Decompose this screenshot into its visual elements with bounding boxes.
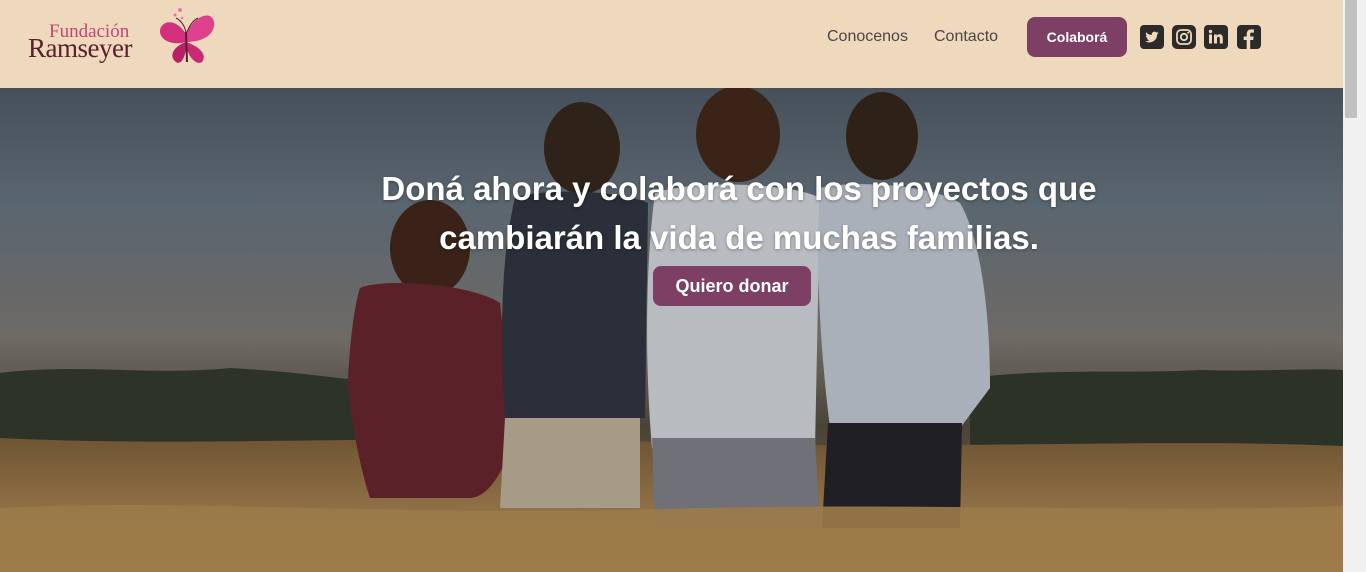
site-logo[interactable]: Fundación Ramseyer xyxy=(28,4,218,70)
facebook-icon xyxy=(1237,25,1261,49)
logo-text-ramseyer: Ramseyer xyxy=(28,33,132,63)
site-header: Fundación Ramseyer Conocenos Contacto Co… xyxy=(0,0,1343,88)
hero-background-image xyxy=(0,88,1343,572)
instagram-icon xyxy=(1172,25,1196,49)
hero-title: Doná ahora y colaborá con los proyectos … xyxy=(381,170,1097,256)
nav-link-contacto[interactable]: Contacto xyxy=(934,27,998,47)
page-scrollbar[interactable] xyxy=(1343,0,1366,572)
nav-link-conocenos[interactable]: Conocenos xyxy=(827,27,908,47)
instagram-link[interactable] xyxy=(1172,25,1196,49)
linkedin-icon xyxy=(1204,25,1228,49)
facebook-link[interactable] xyxy=(1237,25,1261,49)
twitter-link[interactable] xyxy=(1140,25,1164,49)
colabora-button[interactable]: Colaborá xyxy=(1027,17,1127,57)
twitter-icon xyxy=(1140,25,1164,49)
quiero-donar-button[interactable]: Quiero donar xyxy=(653,266,811,306)
butterfly-icon xyxy=(159,8,215,63)
hero-banner: Doná ahora y colaborá con los proyectos … xyxy=(0,88,1343,572)
linkedin-link[interactable] xyxy=(1204,25,1228,49)
scrollbar-thumb[interactable] xyxy=(1345,0,1357,118)
